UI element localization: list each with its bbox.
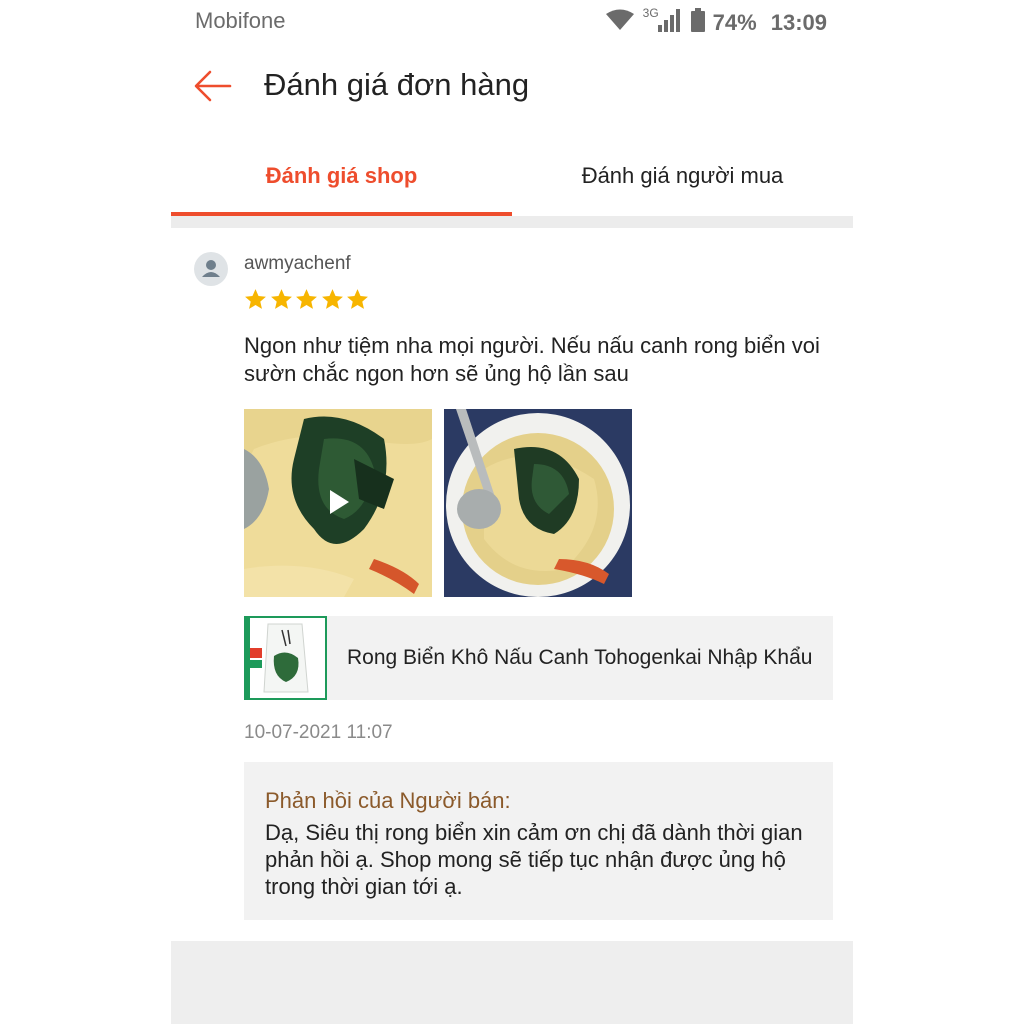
- carrier-name: Mobifone: [195, 8, 286, 33]
- clock: 13:09: [770, 10, 827, 35]
- review-photo-thumbnail[interactable]: [444, 409, 632, 597]
- seller-reply: Phản hồi của Người bán: Dạ, Siêu thị ron…: [244, 762, 833, 920]
- star-icon: [294, 287, 319, 312]
- star-icon: [243, 287, 268, 312]
- product-card[interactable]: Rong Biển Khô Nấu Canh Tohogenkai Nhập K…: [244, 616, 833, 700]
- tab-buyer-review[interactable]: Đánh giá người mua: [512, 140, 853, 216]
- seller-reply-text: Dạ, Siêu thị rong biển xin cảm ơn chị đã…: [265, 820, 803, 899]
- star-icon: [345, 287, 370, 312]
- network-type: 3G: [642, 6, 659, 20]
- back-arrow-icon[interactable]: [193, 66, 233, 106]
- page-title: Đánh giá đơn hàng: [264, 67, 530, 102]
- star-rating: [243, 287, 371, 312]
- product-thumbnail: [244, 616, 327, 700]
- product-name: Rong Biển Khô Nấu Canh Tohogenkai Nhập K…: [347, 646, 813, 669]
- app-header: Đánh giá đơn hàng: [171, 52, 853, 124]
- section-divider: [171, 216, 853, 228]
- review-datetime: 10-07-2021 11:07: [244, 722, 393, 743]
- seller-reply-title: Phản hồi của Người bán:: [265, 788, 511, 813]
- review-text: Ngon như tiệm nha mọi người. Nếu nấu can…: [244, 333, 820, 386]
- bottom-divider: [171, 941, 853, 1024]
- phone-screen: Mobifone 3G 74% 13:09 Đánh giá đơn hàng …: [171, 0, 853, 1024]
- wifi-icon: [605, 9, 635, 37]
- battery-icon: [690, 8, 705, 38]
- signal-icon: [657, 8, 683, 38]
- reviewer-username: awmyachenf: [244, 253, 351, 274]
- tab-shop-review[interactable]: Đánh giá shop: [171, 140, 512, 216]
- play-icon[interactable]: [328, 489, 350, 515]
- status-bar: Mobifone 3G 74% 13:09: [171, 0, 853, 42]
- star-icon: [320, 287, 345, 312]
- battery-percent: 74%: [712, 10, 757, 35]
- review-video-thumbnail[interactable]: [244, 409, 432, 597]
- avatar[interactable]: [194, 252, 228, 286]
- star-icon: [269, 287, 294, 312]
- status-icons: 3G 74% 13:09: [605, 6, 827, 38]
- tab-bar: Đánh giá shop Đánh giá người mua: [171, 140, 853, 216]
